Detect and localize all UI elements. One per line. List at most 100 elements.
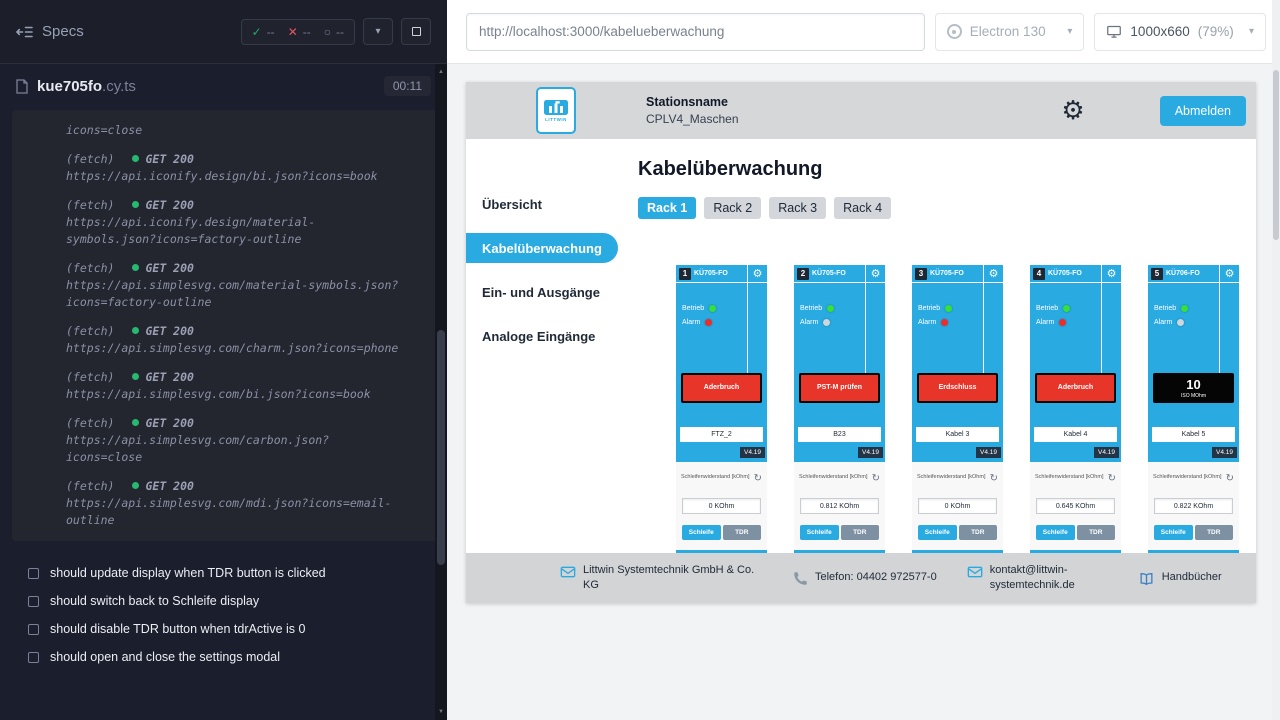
tdr-button[interactable]: TDR — [723, 525, 762, 540]
refresh-icon[interactable]: ↻ — [754, 474, 762, 484]
card-number-badge: 1 — [679, 268, 691, 280]
fetch-label: (fetch) — [66, 324, 114, 338]
fetch-label: (fetch) — [66, 370, 114, 384]
firmware-version-badge: V4.19 — [858, 447, 883, 458]
failed-stat: ✕-- — [288, 25, 311, 39]
app-under-test: LITTWIN Stationsname CPLV4_Maschen ⚙ Abm… — [466, 82, 1256, 603]
test-title-row[interactable]: should open and close the settings modal — [28, 643, 447, 671]
card-settings-gear-icon[interactable]: ⚙ — [1225, 268, 1235, 279]
success-dot-icon — [132, 155, 139, 162]
runner-scrollbar-thumb[interactable] — [437, 330, 445, 565]
tdr-button[interactable]: TDR — [1077, 525, 1116, 540]
http-status: GET 200 — [145, 416, 193, 430]
littwin-logo: LITTWIN — [536, 87, 576, 134]
collapse-all-button[interactable]: ▾ — [363, 18, 393, 45]
refresh-icon[interactable]: ↻ — [990, 474, 998, 484]
resistance-label: Schleifenwiderstand [kOhm] — [681, 474, 749, 480]
resistance-panel: Schleifenwiderstand [kOhm]↻0 KOhmSchleif… — [912, 462, 1003, 550]
test-stats: ✓-- ✕-- ○-- — [241, 19, 355, 45]
status-error-text: Aderbruch — [683, 375, 760, 401]
led-red-dot — [705, 319, 712, 326]
specs-menu-button[interactable]: Specs — [16, 23, 84, 40]
viewport-select[interactable]: 1000x660 (79%) ▾ — [1094, 13, 1266, 51]
status-value: 10 — [1186, 378, 1200, 391]
status-display: Aderbruch — [681, 373, 762, 403]
schleife-button[interactable]: Schleife — [682, 525, 721, 540]
tab-rack-4[interactable]: Rack 4 — [834, 197, 891, 219]
card-settings-gear-icon[interactable]: ⚙ — [753, 268, 763, 279]
test-box-icon — [28, 624, 39, 635]
card-header-row: 4KÜ705-FO⚙ — [1030, 265, 1121, 283]
refresh-icon[interactable]: ↻ — [1226, 474, 1234, 484]
settings-gear-icon[interactable]: ⚙ — [1061, 98, 1084, 124]
fetch-log-list: (fetch)GET 200https://api.iconify.design… — [66, 151, 419, 529]
command-log: icons=close (fetch)GET 200https://api.ic… — [12, 110, 437, 541]
card-settings-gear-icon[interactable]: ⚙ — [871, 268, 881, 279]
test-title-row[interactable]: should update display when TDR button is… — [28, 559, 447, 587]
main-content: Kabelüberwachung Rack 1Rack 2Rack 3Rack … — [626, 139, 1256, 553]
logout-button[interactable]: Abmelden — [1160, 96, 1246, 126]
page-scrollbar[interactable] — [1272, 0, 1280, 720]
schleife-button[interactable]: Schleife — [1036, 525, 1075, 540]
tab-rack-3[interactable]: Rack 3 — [769, 197, 826, 219]
sidebar-item[interactable]: Übersicht — [466, 189, 626, 219]
fetch-log-entry[interactable]: (fetch)GET 200https://api.iconify.design… — [66, 197, 419, 248]
test-title-text: should open and close the settings modal — [50, 650, 280, 664]
tdr-button[interactable]: TDR — [1195, 525, 1234, 540]
spec-header[interactable]: kue705fo.cy.ts 00:11 — [0, 64, 447, 108]
fetch-log-entry[interactable]: (fetch)GET 200https://api.simplesvg.com/… — [66, 369, 419, 403]
specs-label: Specs — [42, 23, 84, 40]
page-scrollbar-thumb[interactable] — [1273, 70, 1279, 240]
fetch-label: (fetch) — [66, 261, 114, 275]
request-url: https://api.simplesvg.com/carbon.json?ic… — [66, 432, 402, 466]
spec-duration: 00:11 — [384, 76, 431, 96]
device-card-3: 3KÜ705-FO⚙BetriebAlarmErdschlussKabel 3V… — [912, 265, 1003, 553]
scroll-down-icon[interactable]: ▼ — [435, 706, 447, 718]
fetch-log-entry[interactable]: (fetch)GET 200https://api.simplesvg.com/… — [66, 478, 419, 529]
resistance-value: 0 KOhm — [682, 498, 761, 514]
schleife-button[interactable]: Schleife — [1154, 525, 1193, 540]
sidebar-item[interactable]: Analoge Eingänge — [466, 321, 626, 351]
test-title-row[interactable]: should disable TDR button when tdrActive… — [28, 615, 447, 643]
led-off-dot — [823, 319, 830, 326]
schleife-button[interactable]: Schleife — [800, 525, 839, 540]
scroll-up-icon[interactable]: ▲ — [435, 66, 447, 78]
pending-stat: ○-- — [324, 25, 344, 39]
refresh-icon[interactable]: ↻ — [1108, 474, 1116, 484]
fetch-log-entry[interactable]: (fetch)GET 200https://api.simplesvg.com/… — [66, 323, 419, 357]
app-body: Übersicht Kabelüberwachung Ein- und Ausgän… — [466, 139, 1256, 553]
browser-pane: Electron 130 ▾ 1000x660 (79%) ▾ LITTWIN — [447, 0, 1280, 720]
sidebar-item[interactable]: Kabelüberwachung — [466, 233, 618, 263]
fetch-log-line: (fetch)GET 200 — [66, 197, 419, 214]
cypress-runner-panel: Specs ✓-- ✕-- ○-- ▾ kue705fo.cy.ts 00:11… — [0, 0, 447, 720]
fetch-log-entry[interactable]: (fetch)GET 200https://api.iconify.design… — [66, 151, 419, 185]
book-icon — [1138, 571, 1155, 587]
test-title-row[interactable]: should switch back to Schleife display — [28, 587, 447, 615]
url-bar[interactable] — [466, 13, 925, 51]
runner-scrollbar[interactable]: ▲ ▼ — [435, 64, 447, 720]
card-settings-gear-icon[interactable]: ⚙ — [989, 268, 999, 279]
led-section: BetriebAlarm — [676, 283, 767, 373]
tab-rack-2[interactable]: Rack 2 — [704, 197, 761, 219]
viewport-zoom: (79%) — [1198, 24, 1234, 39]
browser-name: Electron 130 — [970, 24, 1046, 39]
fetch-log-entry[interactable]: (fetch)GET 200https://api.simplesvg.com/… — [66, 415, 419, 466]
resistance-value: 0.645 KOhm — [1036, 498, 1115, 514]
schleife-button[interactable]: Schleife — [918, 525, 957, 540]
tdr-button[interactable]: TDR — [959, 525, 998, 540]
tab-rack-1[interactable]: Rack 1 — [638, 197, 696, 219]
refresh-icon[interactable]: ↻ — [872, 474, 880, 484]
stop-button[interactable] — [401, 18, 431, 45]
fetch-log-line: (fetch)GET 200 — [66, 260, 419, 277]
card-settings-gear-icon[interactable]: ⚙ — [1107, 268, 1117, 279]
sidebar-item[interactable]: Ein- und Ausgänge — [466, 277, 626, 307]
status-display: Erdschluss — [917, 373, 998, 403]
fetch-log-entry[interactable]: (fetch)GET 200https://api.simplesvg.com/… — [66, 260, 419, 311]
led-section: BetriebAlarm — [1030, 283, 1121, 373]
cable-name: Kabel 5 — [1152, 427, 1235, 442]
browser-select[interactable]: Electron 130 ▾ — [935, 13, 1085, 51]
tdr-button[interactable]: TDR — [841, 525, 880, 540]
passed-stat: ✓-- — [252, 25, 275, 39]
log-continuation-line: icons=close — [66, 122, 419, 139]
led-section: BetriebAlarm — [794, 283, 885, 373]
